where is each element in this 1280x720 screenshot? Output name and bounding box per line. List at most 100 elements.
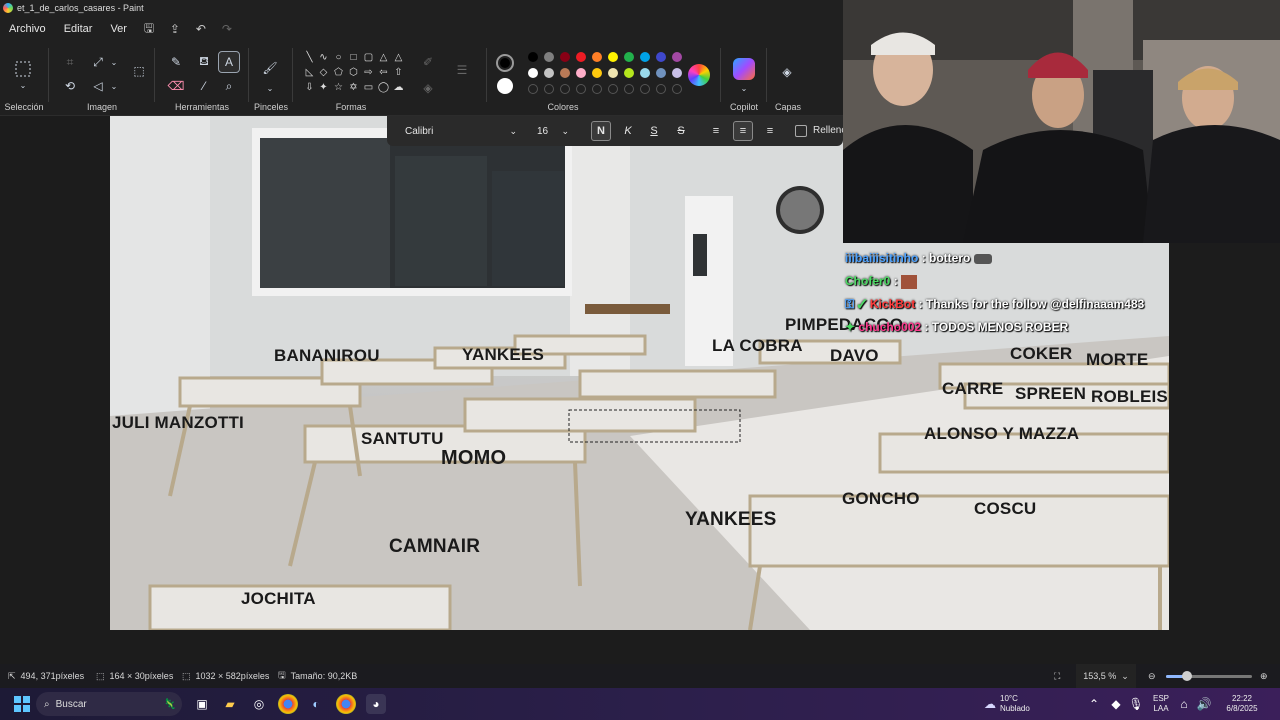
- text-tool-icon[interactable]: A: [218, 51, 240, 73]
- fill-icon[interactable]: ◈: [418, 78, 438, 98]
- color-swatch[interactable]: [576, 52, 586, 62]
- polygon-shape-icon[interactable]: △: [378, 52, 389, 63]
- color-swatch[interactable]: [608, 52, 618, 62]
- align-left-icon[interactable]: ≡: [706, 121, 726, 141]
- windows-start-icon[interactable]: [12, 694, 32, 714]
- rounded-rectangle-shape-icon[interactable]: ▢: [363, 52, 374, 63]
- custom-color-slot[interactable]: [640, 84, 650, 94]
- color-swatch[interactable]: [624, 52, 634, 62]
- app-icon[interactable]: ◎: [249, 694, 269, 714]
- color-swatch[interactable]: [576, 68, 586, 78]
- arrow-right-shape-icon[interactable]: ⇨: [363, 67, 374, 78]
- color-2-swatch[interactable]: [497, 78, 513, 94]
- paint-taskbar-icon[interactable]: ◕: [366, 694, 386, 714]
- rotate-icon[interactable]: ⟲: [60, 76, 80, 96]
- file-explorer-icon[interactable]: ▰: [220, 694, 240, 714]
- menu-view[interactable]: Ver: [101, 23, 136, 35]
- custom-color-slot[interactable]: [544, 84, 554, 94]
- arrow-left-shape-icon[interactable]: ⇦: [378, 67, 389, 78]
- custom-color-slot[interactable]: [624, 84, 634, 94]
- color-swatch[interactable]: [640, 68, 650, 78]
- custom-color-slot[interactable]: [592, 84, 602, 94]
- zoom-slider[interactable]: [1166, 664, 1254, 688]
- pentagon-shape-icon[interactable]: ⬠: [333, 67, 344, 78]
- microphone-icon[interactable]: 🎙: [1126, 694, 1146, 714]
- image-select-icon[interactable]: ⬚: [128, 60, 150, 82]
- outline-icon[interactable]: ✐: [418, 52, 438, 72]
- chevron-down-icon[interactable]: ⌄: [104, 52, 124, 72]
- magnifier-icon[interactable]: ⌕: [219, 76, 239, 96]
- chevron-down-icon[interactable]: ⌄: [734, 78, 754, 98]
- share-icon[interactable]: ⇪: [162, 18, 188, 40]
- fit-to-window-icon[interactable]: ⛶: [1054, 664, 1060, 688]
- undo-icon[interactable]: ↶: [188, 18, 214, 40]
- hexagon-shape-icon[interactable]: ⬡: [348, 67, 359, 78]
- chevron-down-icon[interactable]: ⌄: [260, 78, 280, 98]
- pencil-icon[interactable]: ✎: [166, 52, 186, 72]
- callout-cloud-shape-icon[interactable]: ☁: [393, 82, 404, 93]
- menu-file[interactable]: Archivo: [0, 23, 55, 35]
- color-swatch[interactable]: [560, 52, 570, 62]
- callout-rect-shape-icon[interactable]: ▭: [363, 82, 374, 93]
- diamond-shape-icon[interactable]: ◇: [318, 67, 329, 78]
- color-swatch[interactable]: [544, 52, 554, 62]
- oval-shape-icon[interactable]: ○: [333, 52, 344, 63]
- taskbar-search[interactable]: ⌕ Buscar 🦎: [36, 692, 182, 716]
- color-swatch[interactable]: [640, 52, 650, 62]
- clock[interactable]: 22:22 6/8/2025: [1222, 694, 1262, 714]
- custom-color-slot[interactable]: [528, 84, 538, 94]
- network-icon[interactable]: ⌂: [1174, 694, 1194, 714]
- select-rectangle-icon[interactable]: [12, 58, 34, 80]
- arrow-down-shape-icon[interactable]: ⇩: [304, 82, 315, 93]
- font-size-select[interactable]: 16 ⌄: [531, 121, 573, 141]
- triangle-shape-icon[interactable]: △: [393, 52, 404, 63]
- line-shape-icon[interactable]: ╲: [304, 52, 315, 63]
- layers-icon[interactable]: ◈: [777, 62, 797, 82]
- right-triangle-shape-icon[interactable]: ◺: [304, 67, 315, 78]
- save-icon[interactable]: 🖫: [136, 18, 162, 40]
- bold-button[interactable]: N: [591, 121, 611, 141]
- underline-button[interactable]: S: [644, 121, 664, 141]
- shape-size-icon[interactable]: ☰: [452, 60, 472, 80]
- color-swatch[interactable]: [528, 52, 538, 62]
- color-swatch[interactable]: [528, 68, 538, 78]
- four-point-star-shape-icon[interactable]: ✦: [318, 82, 329, 93]
- color-1-swatch[interactable]: [496, 54, 514, 72]
- chrome-icon[interactable]: [278, 694, 298, 714]
- fill-bucket-icon[interactable]: ⛾: [194, 52, 214, 72]
- custom-color-slot[interactable]: [560, 84, 570, 94]
- chevron-up-icon[interactable]: ⌃: [1084, 694, 1104, 714]
- custom-color-slot[interactable]: [672, 84, 682, 94]
- color-swatch[interactable]: [592, 52, 602, 62]
- color-picker-icon[interactable]: ⁄: [194, 76, 214, 96]
- zoom-slider-thumb[interactable]: [1182, 670, 1192, 681]
- chevron-down-icon[interactable]: ⌄: [104, 76, 124, 96]
- zoom-in-icon[interactable]: ⊕: [1260, 664, 1268, 688]
- chrome-profile-icon[interactable]: [336, 694, 356, 714]
- align-center-icon[interactable]: ≡: [733, 121, 753, 141]
- brush-icon[interactable]: 🖌: [260, 58, 280, 78]
- tray-app-icon[interactable]: ◆: [1106, 694, 1126, 714]
- color-swatch[interactable]: [544, 68, 554, 78]
- volume-icon[interactable]: 🔊: [1194, 694, 1214, 714]
- custom-color-slot[interactable]: [656, 84, 666, 94]
- redo-icon[interactable]: ↷: [214, 18, 240, 40]
- color-swatch[interactable]: [656, 68, 666, 78]
- zoom-select[interactable]: 153,5 % ⌄: [1076, 664, 1136, 688]
- align-right-icon[interactable]: ≡: [760, 121, 780, 141]
- zoom-out-icon[interactable]: ⊖: [1148, 664, 1156, 688]
- color-swatch[interactable]: [672, 68, 682, 78]
- color-swatch[interactable]: [608, 68, 618, 78]
- strikethrough-button[interactable]: S: [671, 121, 691, 141]
- task-view-icon[interactable]: ▣: [192, 694, 212, 714]
- steam-icon[interactable]: ◐: [306, 694, 326, 714]
- color-swatch[interactable]: [624, 68, 634, 78]
- arrow-up-shape-icon[interactable]: ⇧: [393, 67, 404, 78]
- color-swatch[interactable]: [592, 68, 602, 78]
- custom-color-slot[interactable]: [576, 84, 586, 94]
- eraser-icon[interactable]: ⌫: [166, 76, 186, 96]
- italic-button[interactable]: K: [618, 121, 638, 141]
- crop-icon[interactable]: ⌗: [60, 52, 80, 72]
- language-indicator[interactable]: ESP LAA: [1150, 694, 1172, 714]
- color-swatch[interactable]: [560, 68, 570, 78]
